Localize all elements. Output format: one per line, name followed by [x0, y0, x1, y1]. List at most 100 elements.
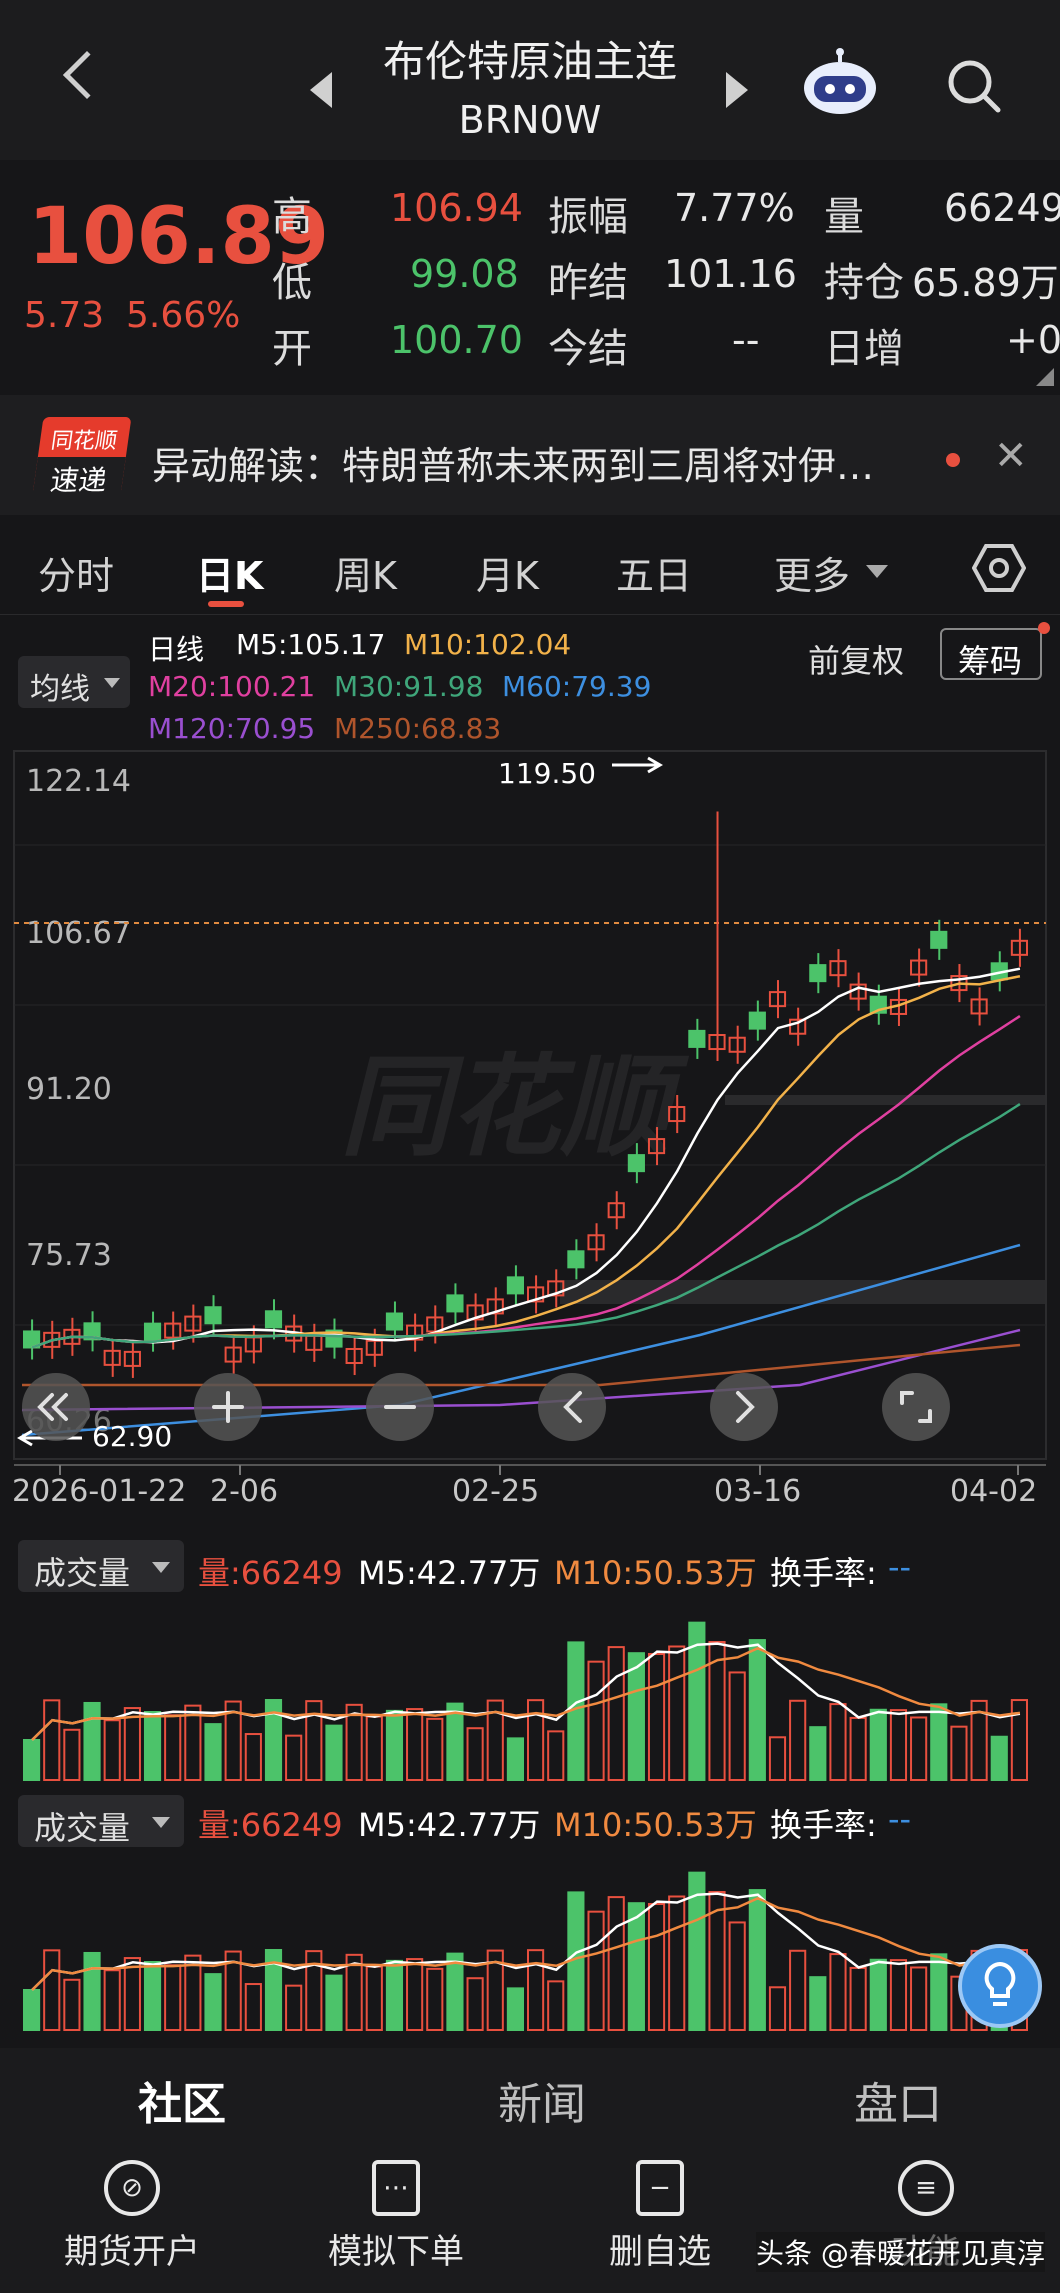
news-banner[interactable]: 同花顺 速递 异动解读：特朗普称未来两到三周将对伊… ✕: [0, 395, 1060, 520]
volume-bar: [184, 1954, 202, 2031]
lightbulb-tips-icon[interactable]: [958, 1944, 1042, 2028]
high-marker: 119.50: [498, 757, 596, 790]
volume-bar: [607, 1646, 625, 1782]
volume-bar: [365, 1965, 383, 2032]
daily-increase-label: 日增: [824, 326, 904, 372]
candle: [506, 1265, 524, 1306]
volume-bar: [204, 1723, 222, 1781]
volume-bar: [446, 1702, 464, 1781]
prev-settle-value: 101.16: [664, 252, 797, 296]
open-label: 开: [272, 326, 312, 372]
logo-top-text: 同花顺: [49, 429, 119, 454]
volume-bar: [63, 1728, 81, 1781]
volume-bar: [23, 1989, 41, 2031]
volume-bar: [889, 1709, 908, 1781]
quote-panel: 106.89 5.73 5.66% 高 106.94 低 99.08 开 100…: [0, 160, 1060, 395]
volume-bar: [365, 1715, 383, 1782]
candle: [607, 1191, 625, 1230]
scroll-right-button[interactable]: [710, 1373, 778, 1441]
volume-bar: [728, 1671, 746, 1781]
tab-more[interactable]: 更多: [774, 545, 850, 600]
robot-assistant-icon[interactable]: [800, 48, 880, 118]
volume-bar: [748, 1639, 766, 1781]
volume-bar: [647, 1653, 666, 1781]
volume-chart-2[interactable]: [0, 1840, 1060, 2035]
volume-bar: [446, 1952, 464, 2031]
volume-bar: [506, 1987, 524, 2031]
volume-bar: [426, 1717, 444, 1781]
chip-button[interactable]: 筹码: [940, 628, 1042, 680]
candle: [143, 1311, 162, 1352]
candle: [587, 1223, 605, 1262]
ths-express-logo: 同花顺 速递: [31, 417, 132, 501]
x-date-5: 04-02: [950, 1474, 1037, 1505]
section-community[interactable]: 社区: [138, 2068, 226, 2132]
section-news[interactable]: 新闻: [498, 2068, 586, 2132]
price-change-pct: 5.66%: [126, 295, 241, 336]
volume-bar: [607, 1896, 625, 2032]
close-icon[interactable]: ✕: [994, 433, 1028, 479]
x-date-3: 02-25: [452, 1474, 539, 1505]
candle: [426, 1305, 444, 1344]
volume-dropdown-icon-2: [152, 1817, 170, 1828]
daily-increase-value: +0: [1006, 318, 1060, 362]
candle: [83, 1311, 101, 1352]
tab-daily-k[interactable]: 日K: [196, 545, 263, 600]
amplitude-label: 振幅: [548, 194, 628, 240]
unread-dot: [946, 453, 960, 467]
candle: [789, 1007, 807, 1046]
expand-corner-icon[interactable]: [1036, 368, 1054, 386]
tab-intraday[interactable]: 分时: [38, 545, 114, 600]
volume-bar: [63, 1978, 81, 2031]
low-label: 低: [272, 260, 312, 306]
volume-bar: [809, 1726, 827, 1781]
remove-watchlist-button[interactable]: − 删自选: [560, 2160, 760, 2273]
search-icon[interactable]: [944, 56, 1004, 116]
kline-chart[interactable]: 同花顺 122.14 106.67 91.20 75.73 60.26 119.…: [0, 745, 1060, 1505]
scroll-left-button[interactable]: [538, 1373, 606, 1441]
next-contract-icon[interactable]: [726, 72, 748, 108]
volume-selector-label: 成交量: [34, 1554, 131, 1592]
volume-bar: [930, 1953, 948, 2031]
volume-bar: [768, 1986, 787, 2031]
volume-bar: [668, 1645, 686, 1782]
volume-bar: [406, 1708, 424, 1781]
candle: [204, 1295, 222, 1336]
volume-bar: [43, 1699, 61, 1781]
tab-monthly-k[interactable]: 月K: [476, 545, 539, 600]
fullscreen-button[interactable]: [882, 1373, 950, 1441]
bottom-toolbar: ⊘ 期货开户 ⋯ 模拟下单 − 删自选 ≡ 功能 头条 @春暖花开见真淳: [0, 2140, 1060, 2293]
simulated-order-button[interactable]: ⋯ 模拟下单: [296, 2160, 496, 2273]
settings-hexagon-icon[interactable]: [971, 543, 1027, 593]
ma-m120: M120:70.95: [148, 712, 316, 745]
candle: [829, 949, 847, 988]
ma-title: 日线: [148, 633, 205, 666]
tab-weekly-k[interactable]: 周K: [334, 545, 397, 600]
prev-contract-icon[interactable]: [310, 72, 332, 108]
y-tick-3: 91.20: [26, 1072, 112, 1107]
tab-five-day[interactable]: 五日: [616, 545, 692, 600]
volume-bar: [849, 1966, 867, 2032]
candle: [264, 1299, 283, 1340]
ma-m60: M60:79.39: [502, 670, 652, 703]
volume-bar: [385, 1709, 404, 1781]
ma-m30: M30:91.98: [334, 670, 484, 703]
back-arrow-icon[interactable]: [62, 50, 112, 100]
section-orderbook[interactable]: 盘口: [854, 2068, 942, 2132]
futures-account-button[interactable]: ⊘ 期货开户: [32, 2160, 232, 2273]
volume-bar: [627, 1902, 645, 2031]
header-bar: 布伦特原油主连 BRN0W: [0, 0, 1060, 160]
ma-selector[interactable]: 均线: [18, 656, 130, 708]
volume-bar: [325, 1974, 343, 2031]
ma-m20: M20:100.21: [148, 670, 316, 703]
banner-text[interactable]: 异动解读：特朗普称未来两到三周将对伊…: [152, 435, 874, 490]
volume-bar: [426, 1967, 444, 2031]
forward-adjust-label[interactable]: 前复权: [808, 636, 904, 682]
contract-code: BRN0W: [458, 98, 602, 142]
period-tabs: 分时 日K 周K 月K 五日 更多: [0, 515, 1060, 615]
volume-selector-1[interactable]: 成交量: [18, 1540, 184, 1592]
volume-chart-1[interactable]: [0, 1590, 1060, 1785]
low-marker: 62.90: [92, 1420, 172, 1453]
candle: [406, 1313, 424, 1352]
simulated-order-label: 模拟下单: [328, 2232, 464, 2272]
